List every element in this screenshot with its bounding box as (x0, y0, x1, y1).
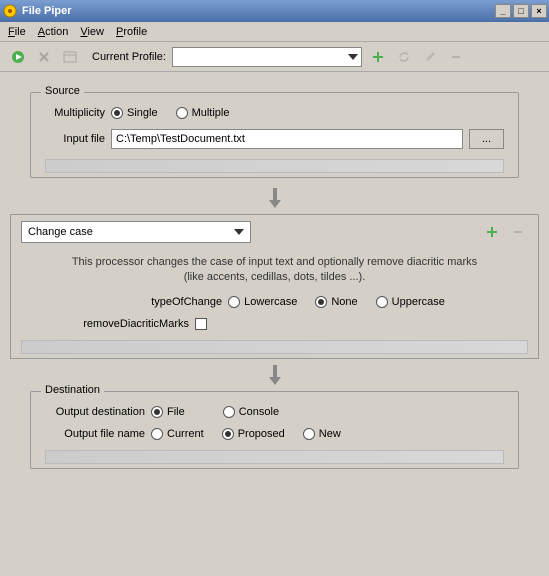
destination-strip (45, 450, 504, 464)
refresh-icon (394, 47, 414, 67)
add-profile-icon[interactable] (368, 47, 388, 67)
remove-processor-icon (508, 222, 528, 242)
destination-group: Destination Output destination File Cons… (30, 391, 519, 469)
removediacritic-label: removeDiacriticMarks (21, 318, 189, 330)
radio-single[interactable]: Single (111, 107, 158, 119)
profile-label: Current Profile: (92, 51, 166, 63)
chevron-down-icon (234, 229, 244, 235)
output-dest-label: Output destination (45, 406, 145, 418)
input-file-label: Input file (45, 133, 105, 145)
radio-current[interactable]: Current (151, 428, 204, 440)
console-icon (60, 47, 80, 67)
radio-proposed[interactable]: Proposed (222, 428, 285, 440)
content: Source Multiplicity Single Multiple Inpu… (0, 72, 549, 487)
radio-console[interactable]: Console (223, 406, 279, 418)
source-group: Source Multiplicity Single Multiple Inpu… (30, 92, 519, 178)
radio-multiple[interactable]: Multiple (176, 107, 230, 119)
removediacritic-checkbox[interactable] (195, 318, 207, 330)
radio-lowercase[interactable]: Lowercase (228, 296, 297, 308)
radio-none[interactable]: None (315, 296, 357, 308)
processor-group: Change case This processor changes the c… (10, 214, 539, 359)
remove-icon (446, 47, 466, 67)
processor-strip (21, 340, 528, 354)
toolbar: Current Profile: (0, 42, 549, 72)
processor-value: Change case (28, 226, 93, 238)
radio-file[interactable]: File (151, 406, 185, 418)
menu-action[interactable]: Action (38, 26, 69, 38)
menu-view[interactable]: View (80, 26, 104, 38)
close-button[interactable]: × (531, 4, 547, 18)
window-title: File Piper (22, 5, 72, 17)
processor-description: This processor changes the case of input… (61, 255, 488, 286)
menubar: File Action View Profile (0, 22, 549, 42)
add-processor-icon[interactable] (482, 222, 502, 242)
destination-legend: Destination (41, 384, 104, 396)
minimize-button[interactable]: _ (495, 4, 511, 18)
arrow-down-icon (30, 186, 519, 210)
processor-select[interactable]: Change case (21, 221, 251, 243)
source-legend: Source (41, 85, 84, 97)
edit-icon (420, 47, 440, 67)
radio-uppercase[interactable]: Uppercase (376, 296, 445, 308)
output-name-label: Output file name (45, 428, 145, 440)
multiplicity-label: Multiplicity (45, 107, 105, 119)
titlebar: File Piper _ □ × (0, 0, 549, 22)
input-file-field[interactable] (111, 129, 463, 149)
chevron-down-icon (348, 54, 358, 60)
menu-file[interactable]: File (8, 26, 26, 38)
run-icon[interactable] (8, 47, 28, 67)
radio-new[interactable]: New (303, 428, 341, 440)
cancel-icon (34, 47, 54, 67)
profile-select[interactable] (172, 47, 362, 67)
menu-profile[interactable]: Profile (116, 26, 147, 38)
browse-button[interactable]: ... (469, 129, 504, 149)
maximize-button[interactable]: □ (513, 4, 529, 18)
source-strip (45, 159, 504, 173)
typeofchange-label: typeOfChange (92, 296, 222, 308)
app-icon (2, 3, 18, 19)
